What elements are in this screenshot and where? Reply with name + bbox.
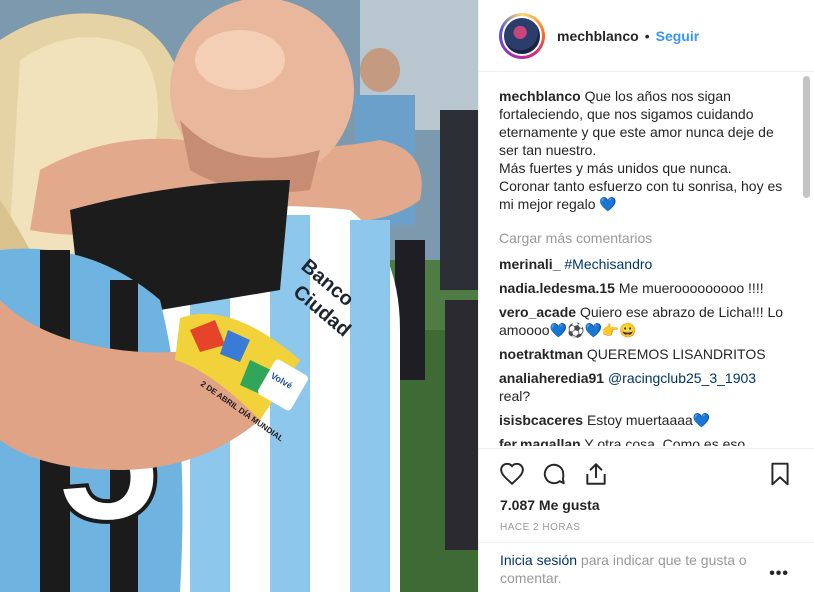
post-timestamp[interactable]: HACE 2 HORAS [500,522,580,533]
follow-button[interactable]: Seguir [656,28,700,44]
comments-scrollbar[interactable] [803,76,810,448]
login-link[interactable]: Inicia sesión [500,552,577,568]
comment-row: nadia.ledesma.15 Me muerooooooooo !!!! [499,279,789,297]
action-icons [499,461,609,487]
action-bar: 7.087 Me gusta HACE 2 HORAS [479,448,814,544]
comment-container: merinali_ #Mechisandro nadia.ledesma.15 … [499,255,789,446]
header-separator: • [644,27,650,44]
scrollbar-thumb[interactable] [803,76,810,198]
likes-count[interactable]: 7.087 Me gusta [500,497,600,513]
load-more-comments-button[interactable]: Cargar más comentarios [499,229,789,247]
share-icon[interactable] [583,461,609,487]
comment-text: Me muerooooooooo !!!! [618,280,764,296]
caption: mechblanco Que los años nos sigan fortal… [499,87,789,213]
post-photo: Banco Ciudad 5 2 DE ABRIL DÍA MUNDIAL Vo… [0,0,478,592]
comment-username[interactable]: noetraktman [499,346,583,362]
login-prompt: Inicia sesión para indicar que te gusta … [479,542,814,592]
comment-row: analiaheredia91 @racingclub25_3_1903 rea… [499,369,789,405]
comment-username[interactable]: vero_acade [499,304,576,320]
username-link[interactable]: mechblanco [557,28,639,44]
avatar[interactable] [502,15,542,56]
caption-text: Que los años nos sigan fortaleciendo, qu… [499,88,783,212]
comment-icon[interactable] [541,461,567,487]
login-text: Inicia sesión para indicar que te gusta … [500,551,762,587]
comment-row: noetraktman QUEREMOS LISANDRITOS [499,345,789,363]
comment-username[interactable]: analiaheredia91 [499,370,604,386]
comment-text: Y otra cosa. Como es eso [584,436,746,446]
comment-link[interactable]: #Mechisandro [564,256,652,272]
comment-username[interactable]: fer.magallan [499,436,581,446]
more-options-icon[interactable]: ••• [769,565,789,583]
post-side-panel: mechblanco • Seguir mechblanco Que los a… [478,0,814,592]
comment-row: isisbcaceres Estoy muertaaaa💙 [499,411,789,429]
bookmark-icon[interactable] [767,461,793,487]
comment-row: fer.magallan Y otra cosa. Como es eso [499,435,789,446]
comment-row: merinali_ #Mechisandro [499,255,789,273]
post-header: mechblanco • Seguir [479,0,814,72]
heart-icon[interactable] [499,461,525,487]
comment-text: QUEREMOS LISANDRITOS [586,346,766,362]
comment-link[interactable]: @racingclub25_3_1903 [608,370,756,386]
comment-username[interactable]: nadia.ledesma.15 [499,280,615,296]
avatar-story-ring[interactable] [499,12,545,59]
instagram-post: Banco Ciudad 5 2 DE ABRIL DÍA MUNDIAL Vo… [0,0,814,592]
photo-illustration: Banco Ciudad 5 2 DE ABRIL DÍA MUNDIAL Vo… [0,0,478,592]
comment-text: real? [499,388,531,404]
caption-username[interactable]: mechblanco [499,88,581,104]
comment-row: vero_acade Quiero ese abrazo de Licha!!!… [499,303,789,339]
comment-text: Estoy muertaaaa💙 [586,412,711,428]
comments-list[interactable]: mechblanco Que los años nos sigan fortal… [499,84,789,446]
comment-username[interactable]: isisbcaceres [499,412,583,428]
comment-username[interactable]: merinali_ [499,256,560,272]
